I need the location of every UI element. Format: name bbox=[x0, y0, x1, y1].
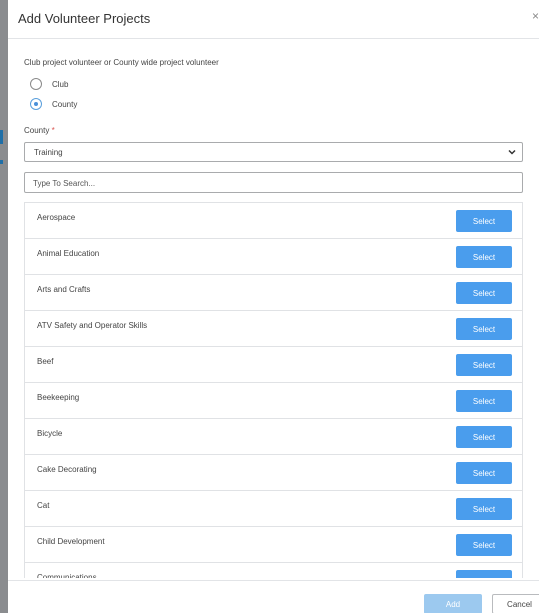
chevron-down-icon bbox=[508, 149, 516, 155]
modal-footer: Add Cancel bbox=[8, 580, 539, 613]
modal-title: Add Volunteer Projects bbox=[18, 11, 151, 26]
close-icon[interactable]: × bbox=[532, 9, 539, 23]
project-name: Cat bbox=[37, 501, 50, 510]
project-name: Animal Education bbox=[37, 249, 100, 258]
select-button[interactable]: Select bbox=[456, 318, 512, 340]
select-button[interactable]: Select bbox=[456, 246, 512, 268]
select-button[interactable]: Select bbox=[456, 462, 512, 484]
list-item: Arts and Crafts Select bbox=[25, 275, 522, 311]
list-item: Beekeeping Select bbox=[25, 383, 522, 419]
list-item: Child Development Select bbox=[25, 527, 522, 563]
list-item: Cat Select bbox=[25, 491, 522, 527]
county-select-value: Training bbox=[34, 148, 63, 157]
select-button[interactable]: Select bbox=[456, 570, 512, 578]
radio-button-county[interactable] bbox=[30, 98, 42, 110]
radio-club[interactable]: Club bbox=[30, 78, 68, 90]
project-name: Aerospace bbox=[37, 213, 76, 222]
project-name: Arts and Crafts bbox=[37, 285, 91, 294]
project-name: Communications bbox=[37, 573, 97, 578]
list-item: Aerospace Select bbox=[25, 203, 522, 239]
radio-label-club: Club bbox=[52, 79, 69, 89]
list-item: Cake Decorating Select bbox=[25, 455, 522, 491]
page-backdrop bbox=[0, 0, 8, 613]
backdrop-accent bbox=[0, 160, 3, 164]
project-name: Bicycle bbox=[37, 429, 63, 438]
project-name: Beef bbox=[37, 357, 54, 366]
project-name: Child Development bbox=[37, 537, 105, 546]
select-button[interactable]: Select bbox=[456, 426, 512, 448]
list-item: Bicycle Select bbox=[25, 419, 522, 455]
select-button[interactable]: Select bbox=[456, 534, 512, 556]
backdrop-accent bbox=[0, 130, 3, 144]
county-label: County * bbox=[24, 126, 55, 135]
cancel-button[interactable]: Cancel bbox=[492, 594, 539, 613]
project-name: Cake Decorating bbox=[37, 465, 97, 474]
project-list: Aerospace Select Animal Education Select Art… bbox=[24, 202, 523, 578]
project-name: Beekeeping bbox=[37, 393, 80, 402]
add-volunteer-projects-modal: Add Volunteer Projects × Club project vo… bbox=[8, 0, 539, 613]
list-item: Communications Select bbox=[25, 563, 522, 578]
radio-button-club[interactable] bbox=[30, 78, 42, 90]
list-item: Animal Education Select bbox=[25, 239, 522, 275]
county-select[interactable]: Training bbox=[24, 142, 523, 162]
search-input[interactable] bbox=[25, 174, 513, 193]
list-item: ATV Safety and Operator Skills Select bbox=[25, 311, 522, 347]
radio-label-county: County bbox=[52, 99, 78, 109]
volunteer-type-question: Club project volunteer or County wide pr… bbox=[24, 58, 219, 67]
select-button[interactable]: Select bbox=[456, 282, 512, 304]
select-button[interactable]: Select bbox=[456, 390, 512, 412]
required-asterisk: * bbox=[51, 126, 55, 135]
county-label-text: County bbox=[24, 126, 50, 135]
add-button[interactable]: Add bbox=[424, 594, 482, 613]
modal-header: Add Volunteer Projects × bbox=[8, 0, 539, 39]
list-item: Beef Select bbox=[25, 347, 522, 383]
radio-county[interactable]: County bbox=[30, 98, 77, 110]
project-name: ATV Safety and Operator Skills bbox=[37, 321, 148, 330]
select-button[interactable]: Select bbox=[456, 498, 512, 520]
select-button[interactable]: Select bbox=[456, 210, 512, 232]
search-box[interactable] bbox=[24, 172, 523, 193]
select-button[interactable]: Select bbox=[456, 354, 512, 376]
